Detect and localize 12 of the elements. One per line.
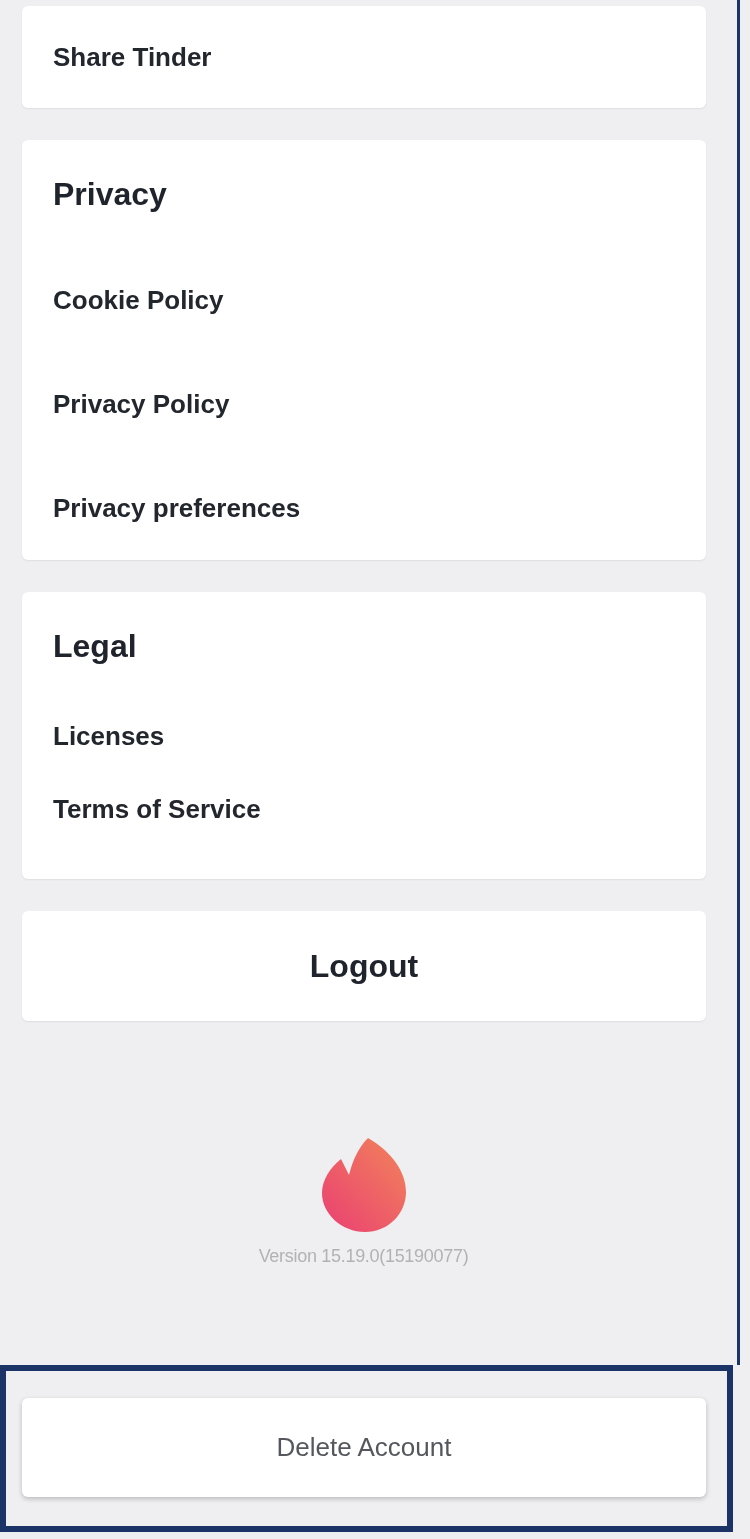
logout-button[interactable]: Logout (22, 911, 706, 1021)
settings-link[interactable]: Share Tinder (22, 6, 706, 108)
delete-account-button[interactable]: Delete Account (22, 1398, 706, 1497)
settings-link[interactable]: Privacy Policy (22, 352, 706, 456)
section-heading: Privacy (52, 175, 167, 214)
section-heading: Legal (52, 627, 137, 666)
flame-logo-icon (321, 1138, 406, 1232)
settings-link[interactable]: Terms of Service (22, 773, 706, 846)
settings-link[interactable]: Cookie Policy (22, 248, 706, 352)
version-text: Version 15.19.0(15190077) (258, 1246, 469, 1267)
settings-link[interactable]: Licenses (22, 700, 706, 773)
settings-link[interactable]: Privacy preferences (22, 456, 706, 560)
